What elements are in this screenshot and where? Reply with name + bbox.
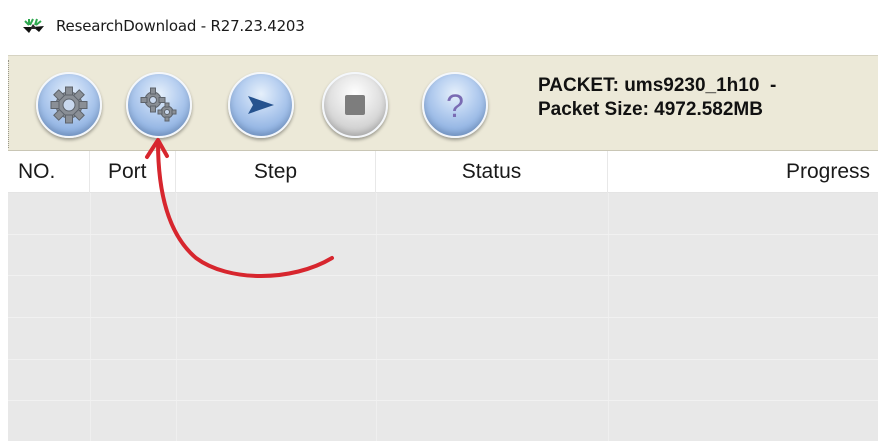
question-icon: ?: [446, 88, 464, 124]
title-bar: ResearchDownload - R27.23.4203: [0, 0, 878, 54]
toolbar: ? PACKET: ums9230_1h10 - Packet Size: 49…: [8, 55, 878, 151]
stop-downloading-button[interactable]: [322, 72, 388, 138]
play-arrow-icon: [248, 96, 274, 114]
column-header-status[interactable]: Status: [376, 151, 608, 193]
svg-text:?: ?: [446, 88, 464, 124]
gear-icon: [50, 86, 88, 124]
row-divider: [8, 275, 878, 276]
packet-info: PACKET: ums9230_1h10 - Packet Size: 4972…: [538, 74, 776, 122]
row-divider: [8, 359, 878, 360]
help-button[interactable]: ?: [422, 72, 488, 138]
column-header-step[interactable]: Step: [176, 151, 376, 193]
column-header-port[interactable]: Port: [90, 151, 176, 193]
stop-square-icon: [345, 95, 365, 115]
load-packet-button[interactable]: [36, 72, 102, 138]
packet-name: PACKET: ums9230_1h10 -: [538, 75, 777, 96]
packet-size: Packet Size: 4972.582MB: [538, 99, 763, 120]
app-logo-icon: [23, 18, 44, 33]
toolbar-grip[interactable]: [8, 60, 12, 148]
settings-button[interactable]: [126, 72, 192, 138]
table-header: NO. Port Step Status Progress: [8, 151, 878, 193]
column-header-no[interactable]: NO.: [8, 151, 90, 193]
row-divider: [8, 234, 878, 235]
device-list[interactable]: [8, 193, 878, 441]
start-downloading-button[interactable]: [228, 72, 294, 138]
window-title: ResearchDownload - R27.23.4203: [56, 17, 305, 35]
row-divider: [8, 400, 878, 401]
row-divider: [8, 317, 878, 318]
gears-icon: [140, 87, 177, 122]
column-header-progress[interactable]: Progress: [608, 151, 878, 193]
